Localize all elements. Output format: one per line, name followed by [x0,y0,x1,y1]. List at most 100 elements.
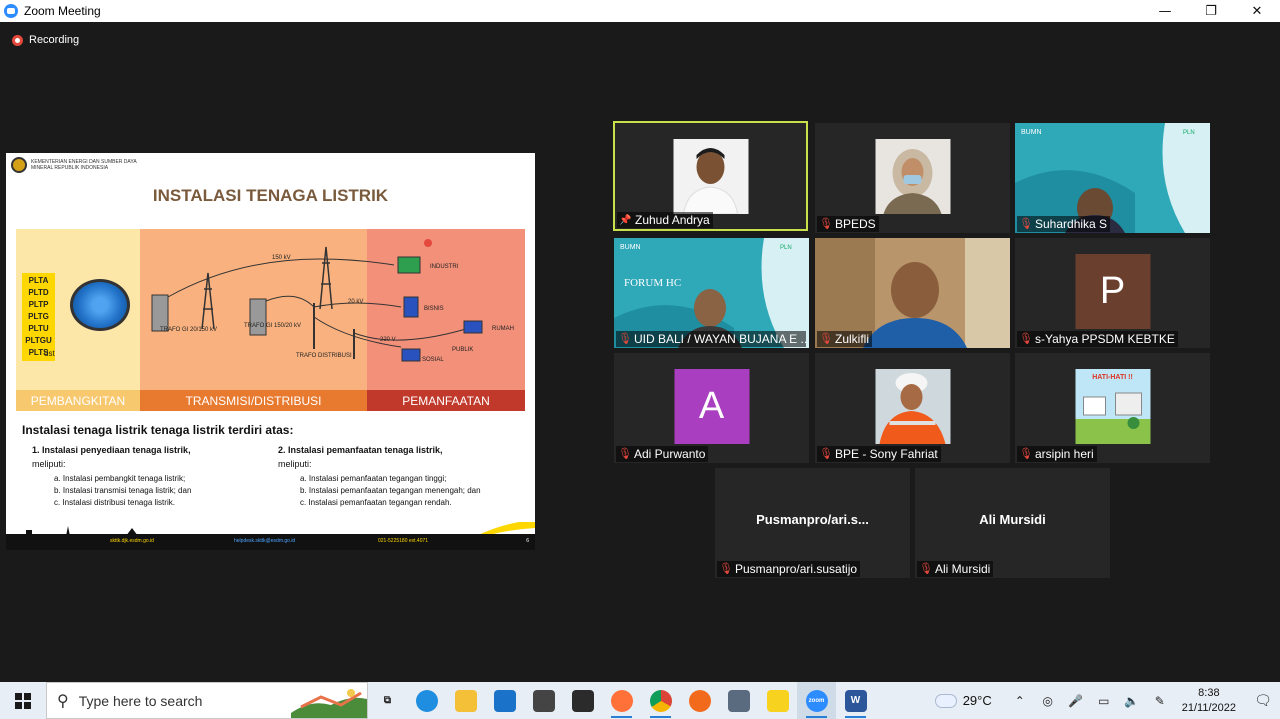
sosial-label: SOSIAL [422,357,444,363]
word-icon: W [844,689,867,712]
slide-heading: Instalasi tenaga listrik tenaga listrik … [22,423,294,437]
bisnis-label: BISNIS [424,306,444,312]
taskbar-app-sticky[interactable] [758,682,797,719]
participant-poster: HATI-HATI !! [1075,369,1150,444]
svg-text:PLN: PLN [1183,130,1195,136]
search-placeholder: Type here to search [78,692,203,709]
footer-site: skttk.djk.esdm.go.id [110,538,154,544]
participant-display-name: Pusmanpro/ari.s... [756,512,869,527]
participant-tile[interactable]: Pusmanpro/ari.s... 🎙 Pusmanpro/ari.susat… [715,468,910,578]
participant-name-tag: 🎙 Pusmanpro/ari.susatijo [717,561,861,577]
weather-cloud-icon [934,689,957,708]
industri-label: INDUSTRI [430,264,459,270]
taskbar-app-zoom[interactable]: zoom [797,682,836,719]
participant-tile[interactable]: Ali Mursidi 🎙 Ali Mursidi [915,468,1110,578]
participant-photo [875,369,950,444]
voltage-150kv-label: 150 kV [272,255,291,261]
participant-name: Pusmanpro/ari.susatijo [735,562,858,576]
list-item: c. Instalasi pemanfaatan tegangan rendah… [300,498,452,507]
close-button[interactable]: ✕ [1234,0,1280,22]
list-item: a. Instalasi pemanfaatan tegangan tinggi… [300,474,447,483]
weather-temperature: 29°C [962,693,992,708]
column-list: a. Instalasi pemanfaatan tegangan tinggi… [278,473,523,509]
meeting-area: Recording KEMENTERIAN ENERGI DAN SUMBER … [0,22,1280,682]
voltage-220v-label: 220 V [380,337,396,343]
mic-muted-icon: 🎙 [819,447,833,460]
taskbar-app-explorer[interactable] [446,682,485,719]
mic-muted-icon: 🎙 [618,332,632,345]
trafo-distribusi-label: TRAFO DISTRIBUSI [296,353,352,359]
participant-name-tag: 🎙 BPEDS [817,216,879,232]
participant-tile[interactable]: 🎙 BPEDS [815,123,1010,233]
participant-name: UID BALI / WAYAN BUJANA E ... [634,332,806,346]
taskbar-app-chrome[interactable] [641,682,680,719]
minimize-button[interactable]: — [1142,0,1188,22]
list-item: c. Instalasi distribusi tenaga listrik. [54,498,175,507]
store-icon [532,689,555,712]
voltage-20kv-label: 20 kV [348,299,364,305]
meet-now-icon[interactable]: ◎ [1037,694,1059,708]
pin-icon: 📌 [619,214,632,226]
taskbar-app-printer[interactable] [719,682,758,719]
recording-indicator[interactable]: Recording [12,34,79,46]
restore-button[interactable]: ❐ [1188,0,1234,22]
mic-muted-icon: 🎙 [1019,447,1033,460]
battery-icon[interactable]: ▭ [1093,694,1115,708]
mic-muted-icon: 🎙 [719,562,733,575]
zoom-icon: zoom [805,689,828,712]
svg-text:BUMN: BUMN [620,244,641,251]
footer-phone: 021-5225180 ext.4071 [378,538,429,544]
participant-name-tag: 📌 Zuhud Andrya [617,212,713,228]
volume-icon[interactable]: 🔈 [1121,694,1143,708]
task-view-button[interactable]: ⧉ [368,682,407,719]
taskbar-app-dark[interactable] [563,682,602,719]
participant-name-tag: 🎙 BPE - Sony Fahriat [817,446,941,462]
slide-column-supply: 1. Instalasi penyediaan tenaga listrik, … [32,445,277,509]
taskbar-app-word[interactable]: W [836,682,875,719]
participant-tile[interactable]: 🎙 Zulkifli [815,238,1010,348]
participant-name-tag: 🎙 s-Yahya PPSDM KEBTKE [1017,331,1178,347]
participant-tile[interactable]: P 🎙 s-Yahya PPSDM KEBTKE [1015,238,1210,348]
microphone-icon[interactable]: 🎤 [1065,694,1087,708]
participant-tile[interactable]: 🎙 BPE - Sony Fahriat [815,353,1010,463]
notification-icon[interactable]: 🗨 [1246,693,1280,709]
pen-icon[interactable]: ✎ [1149,694,1171,708]
zone-label-transmission: TRANSMISI/DISTRIBUSI [140,390,367,411]
printer-icon [727,689,750,712]
taskbar-app-mail[interactable] [485,682,524,719]
list-item: b. Instalasi transmisi tenaga listrik; d… [54,486,192,495]
window-titlebar: Zoom Meeting — ❐ ✕ [0,0,1280,22]
participant-name-tag: 🎙 Ali Mursidi [917,561,994,577]
participant-tile[interactable]: BUMN PLN 🎙 Suhardhika S [1015,123,1210,233]
power-system-diagram: PLTA PLTD PLTP PLTG PLTU PLTGU PLTS dst [16,229,525,411]
taskbar-app-edge[interactable] [407,682,446,719]
taskbar-search-box[interactable]: ⚲ Type here to search [46,682,368,719]
participant-name-tag: 🎙 arsipin heri [1017,446,1097,462]
app-orange-icon [688,689,711,712]
start-button[interactable] [0,682,46,719]
weather-widget[interactable]: 29°C [934,689,992,708]
transmission-lines-illustration [151,239,483,362]
participant-tile[interactable]: HATI-HATI !! 🎙 arsipin heri [1015,353,1210,463]
chevron-up-icon[interactable]: ⌃ [1009,694,1031,708]
taskbar-app-orange[interactable] [680,682,719,719]
list-item: a. Instalasi pembangkit tenaga listrik; [54,474,186,483]
taskbar-app-store[interactable] [524,682,563,719]
participant-tile[interactable]: BUMN PLN FORUM HC 🎙 UID BALI / WAYAN BUJ… [614,238,809,348]
participant-name: Ali Mursidi [935,562,991,576]
poster-text: HATI-HATI !! [1092,374,1133,381]
footer-email: helpdesk.skttk@esdm.go.id [234,538,296,544]
column-sub: meliputi: [278,459,312,469]
svg-text:PLN: PLN [780,245,792,251]
participant-tile[interactable]: 📌 Zuhud Andrya [613,121,808,231]
taskbar-app-firefox[interactable] [602,682,641,719]
trafo-gi2-label: TRAFO GI 150/20 kV [244,323,302,329]
recording-label: Recording [29,34,80,46]
mic-muted-icon: 🎙 [919,562,933,575]
participant-tile[interactable]: A 🎙 Adi Purwanto [614,353,809,463]
participant-name-tag: 🎙 Zulkifli [817,331,873,347]
record-icon [12,34,23,46]
participant-name: BPE - Sony Fahriat [835,447,938,461]
clock[interactable]: 8:38 21/11/2022 [1182,686,1236,716]
slide-title: INSTALASI TENAGA LISTRIK [152,186,389,205]
